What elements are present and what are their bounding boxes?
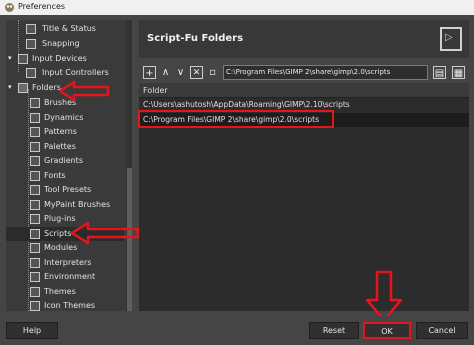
- sidebar-item-mypaint-brushes[interactable]: MyPaint Brushes: [6, 198, 124, 212]
- window-title: Preferences: [18, 2, 66, 11]
- sidebar-item-icon-themes[interactable]: Icon Themes: [6, 299, 124, 311]
- dynamics-folder-icon: [30, 113, 40, 123]
- mypaint-brushes-folder-icon: [30, 200, 40, 210]
- annotation-arrow-folders: [58, 80, 110, 102]
- folder-path-input[interactable]: C:\Program Files\GIMP 2\share\gimp\2.0\s…: [223, 65, 428, 80]
- move-down-button[interactable]: ∨: [174, 66, 187, 79]
- folder-column-header[interactable]: Folder: [139, 83, 469, 98]
- brushes-folder-icon: [30, 98, 40, 108]
- dialog-button-bar: Help Reset OK Cancel: [0, 316, 474, 345]
- palettes-folder-icon: [30, 142, 40, 152]
- sidebar-item-fonts[interactable]: Fonts: [6, 169, 124, 183]
- tool-presets-folder-icon: [30, 185, 40, 195]
- folder-toolbar: + ∧ ∨ ✕ ▫ C:\Program Files\GIMP 2\share\…: [139, 65, 469, 81]
- sidebar-item-palettes[interactable]: Palettes: [6, 140, 124, 154]
- fonts-folder-icon: [30, 171, 40, 181]
- modules-folder-icon: [30, 243, 40, 253]
- folder-options-button[interactable]: ▦: [452, 66, 465, 79]
- add-folder-button[interactable]: +: [143, 66, 156, 79]
- gimp-app-icon: [5, 3, 14, 12]
- sidebar-item-themes[interactable]: Themes: [6, 285, 124, 299]
- sidebar-item-snapping[interactable]: Snapping: [6, 37, 124, 51]
- expand-icon[interactable]: ▾: [8, 54, 16, 62]
- preferences-sidebar: Title & Status Snapping ▾ Input Devices …: [6, 20, 132, 311]
- panel-header: Script-Fu Folders ▷: [139, 20, 469, 58]
- title-status-icon: [26, 24, 36, 34]
- cancel-button[interactable]: Cancel: [416, 322, 468, 339]
- folder-icon: [18, 83, 28, 93]
- themes-folder-icon: [30, 287, 40, 297]
- plug-ins-folder-icon: [30, 214, 40, 224]
- expand-icon[interactable]: ▾: [8, 83, 16, 91]
- ok-button[interactable]: OK: [363, 322, 411, 339]
- sidebar-item-patterns[interactable]: Patterns: [6, 125, 124, 139]
- patterns-folder-icon: [30, 127, 40, 137]
- sidebar-item-input-devices[interactable]: ▾ Input Devices: [6, 52, 124, 66]
- sidebar-item-interpreters[interactable]: Interpreters: [6, 256, 124, 270]
- folders-panel: Script-Fu Folders ▷ + ∧ ∨ ✕ ▫ C:\Program…: [139, 20, 469, 311]
- sidebar-item-tool-presets[interactable]: Tool Presets: [6, 183, 124, 197]
- gradients-folder-icon: [30, 156, 40, 166]
- toggle-writable-button[interactable]: ▫: [206, 66, 219, 79]
- panel-title: Script-Fu Folders: [147, 33, 244, 44]
- interpreters-folder-icon: [30, 258, 40, 268]
- sidebar-item-input-controllers[interactable]: Input Controllers: [6, 66, 124, 80]
- input-devices-icon: [18, 54, 28, 64]
- folder-list-row[interactable]: C:\Users\ashutosh\AppData\Roaming\GIMP\2…: [139, 98, 469, 112]
- reset-button[interactable]: Reset: [309, 322, 359, 339]
- help-button[interactable]: Help: [6, 322, 58, 339]
- folder-list-row-selected[interactable]: C:\Program Files\GIMP 2\share\gimp\2.0\s…: [139, 113, 469, 127]
- input-controllers-icon: [26, 68, 36, 78]
- snapping-icon: [26, 39, 36, 49]
- delete-folder-button[interactable]: ✕: [190, 66, 203, 79]
- script-fu-folder-icon: ▷: [440, 27, 462, 51]
- scripts-folder-icon: [30, 229, 40, 239]
- sidebar-item-environment[interactable]: Environment: [6, 270, 124, 284]
- sidebar-item-gradients[interactable]: Gradients: [6, 154, 124, 168]
- folder-list: Folder C:\Users\ashutosh\AppData\Roaming…: [139, 83, 469, 311]
- sidebar-item-dynamics[interactable]: Dynamics: [6, 111, 124, 125]
- window-titlebar: Preferences: [0, 0, 474, 15]
- icon-themes-folder-icon: [30, 301, 40, 311]
- sidebar-item-title-status[interactable]: Title & Status: [6, 22, 124, 36]
- annotation-arrow-scripts: [70, 221, 140, 245]
- browse-folder-button[interactable]: ▤: [433, 66, 446, 79]
- environment-folder-icon: [30, 272, 40, 282]
- annotation-arrow-ok: [365, 270, 403, 322]
- move-up-button[interactable]: ∧: [159, 66, 172, 79]
